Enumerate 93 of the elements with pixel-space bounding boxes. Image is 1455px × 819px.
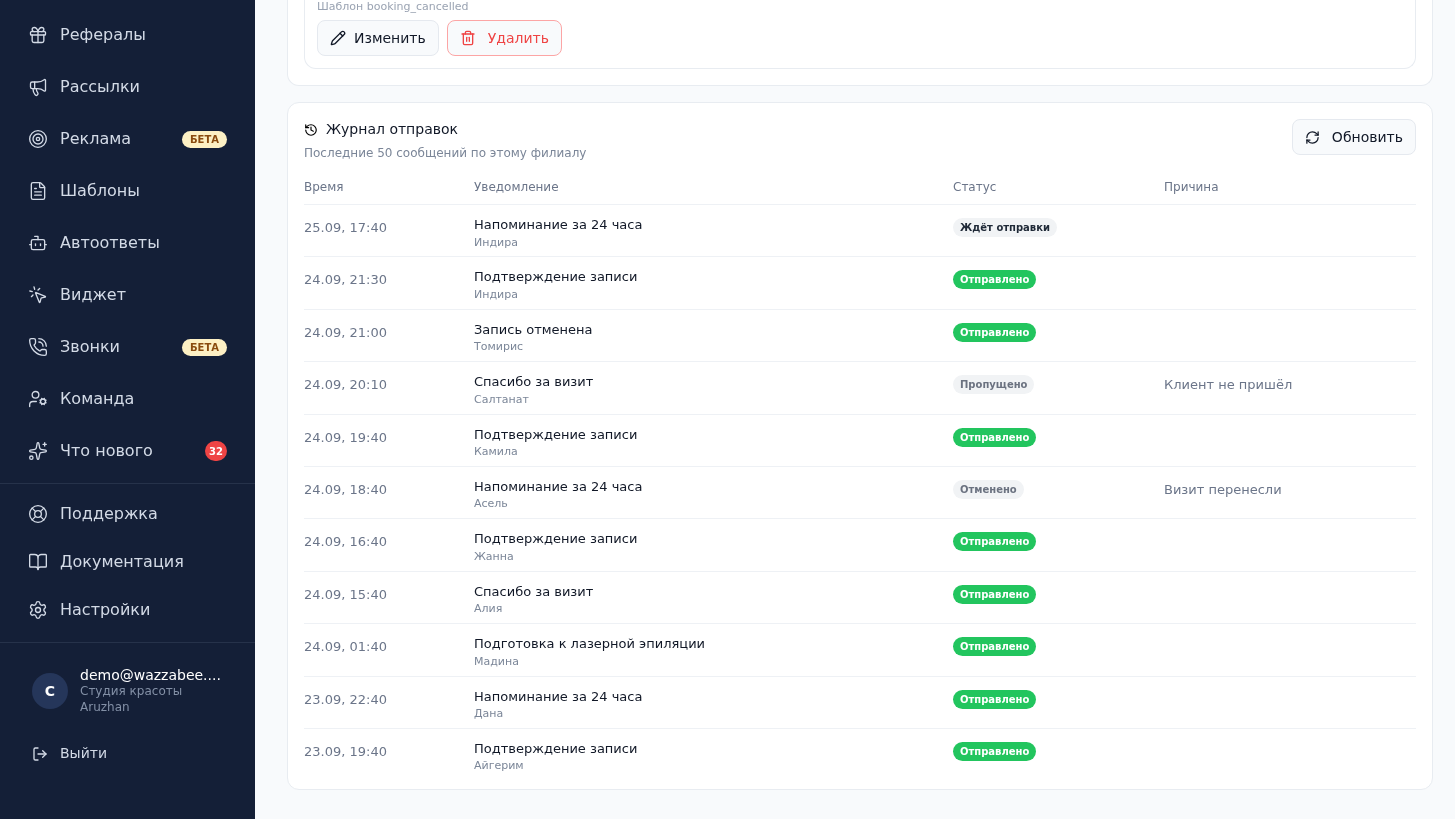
client-name: Мадина xyxy=(474,653,520,670)
time-cell: 24.09, 15:40 xyxy=(304,586,387,602)
book-icon xyxy=(28,552,48,572)
document-icon xyxy=(28,181,48,201)
notification-title: Спасибо за визит xyxy=(474,582,595,601)
client-name: Индира xyxy=(474,234,519,251)
sparkles-icon xyxy=(28,441,48,461)
sidebar-item[interactable]: Поддержка xyxy=(12,490,243,538)
pencil-icon xyxy=(330,30,346,46)
time-cell: 24.09, 21:00 xyxy=(304,324,387,340)
sidebar-item[interactable]: Документация xyxy=(12,538,243,586)
company-name: Студия красоты xyxy=(80,683,184,699)
notification-title: Подтверждение записи xyxy=(474,425,639,444)
sidebar-item[interactable]: Автоответы xyxy=(12,217,243,269)
notification-title: Напоминание за 24 часа xyxy=(474,687,644,706)
user-gear-icon xyxy=(28,389,48,409)
avatar: C xyxy=(32,673,68,709)
logout-icon xyxy=(32,745,48,762)
notification-title: Напоминание за 24 часа xyxy=(474,477,644,496)
settings-icon xyxy=(28,600,48,620)
time-cell: 24.09, 20:10 xyxy=(304,377,387,393)
time-cell: 24.09, 21:30 xyxy=(304,272,387,288)
notification-title: Запись отменена xyxy=(474,320,594,339)
status-badge: Отправлено xyxy=(953,270,1037,290)
client-name: Асель xyxy=(474,496,509,513)
sidebar-item[interactable]: Реклама БЕТА xyxy=(12,113,243,165)
sidebar-item[interactable]: Что нового 32 xyxy=(12,425,243,477)
robot-icon xyxy=(28,233,48,253)
phone-icon xyxy=(28,337,48,357)
notification-title: Подготовка к лазерной эпиляции xyxy=(474,635,707,654)
client-name: Индира xyxy=(474,286,519,303)
template-subtitle: Шаблон booking_cancelled xyxy=(317,0,470,14)
sidebar-item[interactable]: Рефералы xyxy=(12,9,243,61)
client-name: Дана xyxy=(474,706,505,722)
sidebar-item[interactable]: Рассылки xyxy=(12,61,243,113)
user-email: demo@wazzabee.... xyxy=(80,667,221,683)
notification-title: Подтверждение записи xyxy=(474,268,639,287)
time-cell: 23.09, 19:40 xyxy=(304,743,387,759)
column-header: Время xyxy=(304,180,344,194)
status-badge: Отправлено xyxy=(953,532,1037,552)
status-badge: Отправлено xyxy=(953,741,1037,761)
log-title: Журнал отправок xyxy=(326,120,458,139)
status-badge: Пропущено xyxy=(953,375,1035,395)
status-badge: Отправлено xyxy=(953,689,1037,709)
time-cell: 24.09, 01:40 xyxy=(304,639,387,655)
column-header: Уведомление xyxy=(474,180,559,194)
pointer-click-icon xyxy=(28,285,48,305)
user-name: Aruzhan xyxy=(80,699,131,715)
count-badge: 32 xyxy=(205,441,227,461)
beta-badge: БЕТА xyxy=(182,130,227,148)
status-badge: Отправлено xyxy=(953,584,1037,604)
sidebar-item[interactable]: Настройки xyxy=(12,586,243,634)
refresh-button[interactable]: Обновить xyxy=(1291,119,1416,155)
target-icon xyxy=(28,129,48,149)
client-name: Жанна xyxy=(474,548,515,565)
notification-title: Спасибо за визит xyxy=(474,373,595,392)
time-cell: 24.09, 19:40 xyxy=(304,429,387,445)
notification-title: Напоминание за 24 часа xyxy=(474,216,644,234)
status-badge: Отправлено xyxy=(953,322,1037,342)
lifebuoy-icon xyxy=(28,504,48,524)
client-name: Айгерим xyxy=(474,758,525,775)
column-header: Статус xyxy=(953,180,997,194)
megaphone-icon xyxy=(28,77,48,97)
trash-icon xyxy=(459,30,476,46)
reason-cell: Визит перенесли xyxy=(1164,481,1282,497)
client-name: Алия xyxy=(474,601,504,618)
sidebar-item[interactable]: Шаблоны xyxy=(12,165,243,217)
column-header: Причина xyxy=(1164,180,1219,194)
logout-button[interactable]: Выйти xyxy=(32,743,107,764)
notification-title: Подтверждение записи xyxy=(474,739,639,758)
edit-button[interactable]: Изменить xyxy=(317,20,439,56)
status-badge: Отменено xyxy=(953,479,1024,499)
reason-cell: Клиент не пришёл xyxy=(1164,377,1293,393)
refresh-icon xyxy=(1304,129,1320,145)
history-icon xyxy=(304,122,318,137)
client-name: Салтанат xyxy=(474,391,530,408)
client-name: Камила xyxy=(474,444,519,461)
status-badge: Отправлено xyxy=(953,427,1037,447)
time-cell: 25.09, 17:40 xyxy=(304,220,387,235)
status-badge: Отправлено xyxy=(953,637,1037,657)
beta-badge: БЕТА xyxy=(182,338,227,356)
status-badge: Ждёт отправки xyxy=(953,218,1057,237)
client-name: Томирис xyxy=(474,339,525,356)
sidebar-item[interactable]: Звонки БЕТА xyxy=(12,321,243,373)
sidebar-item[interactable]: Виджет xyxy=(12,269,243,321)
time-cell: 24.09, 18:40 xyxy=(304,481,387,497)
sidebar-item[interactable]: Команда xyxy=(12,373,243,425)
notification-title: Подтверждение записи xyxy=(474,530,639,549)
gift-icon xyxy=(28,25,48,45)
time-cell: 23.09, 22:40 xyxy=(304,691,387,707)
log-subtitle: Последние 50 сообщений по этому филиалу xyxy=(304,145,587,162)
delete-button[interactable]: Удалить xyxy=(446,20,562,56)
time-cell: 24.09, 16:40 xyxy=(304,534,387,550)
